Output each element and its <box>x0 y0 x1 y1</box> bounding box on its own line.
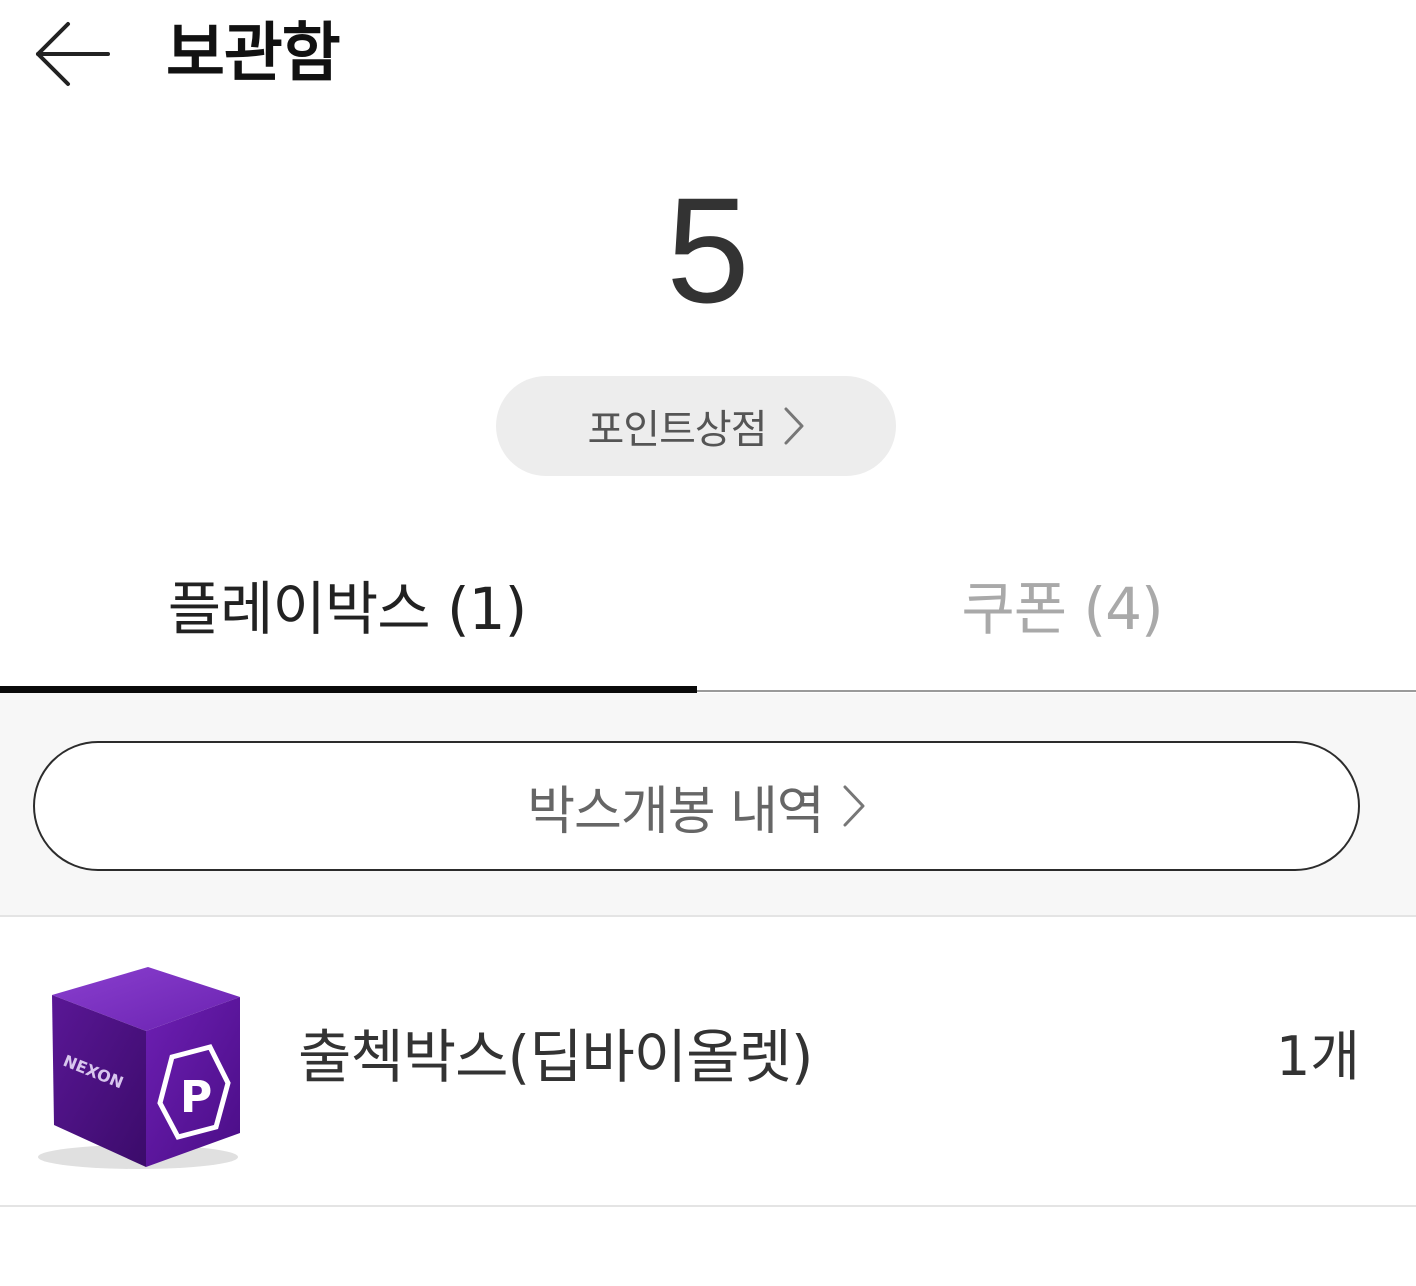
point-shop-button[interactable]: 포인트상점 <box>496 376 896 476</box>
points-value: 5 <box>666 166 750 334</box>
arrow-left-icon <box>36 22 110 86</box>
list-item[interactable]: NEXON P 출첵박스(딥바이올렛) 1개 <box>0 917 1416 1207</box>
tab-coupon[interactable]: 쿠폰 (4) <box>708 540 1416 690</box>
active-tab-indicator <box>0 686 697 693</box>
chevron-right-icon <box>783 406 805 446</box>
item-name: 출첵박스(딥바이올렛) <box>298 1023 813 1091</box>
item-count: 1개 <box>1275 1025 1360 1088</box>
tab-bar: 플레이박스 (1) 쿠폰 (4) <box>0 540 1416 692</box>
page-title: 보관함 <box>166 17 341 91</box>
point-shop-label: 포인트상점 <box>587 407 768 453</box>
tab-playbox[interactable]: 플레이박스 (1) <box>0 540 708 690</box>
purple-box-icon: NEXON P <box>20 957 250 1177</box>
chevron-right-icon <box>842 784 866 828</box>
box-open-history-button[interactable]: 박스개봉 내역 <box>33 741 1360 871</box>
back-button[interactable] <box>24 14 116 94</box>
history-section: 박스개봉 내역 <box>0 693 1416 917</box>
box-open-history-label: 박스개봉 내역 <box>527 781 825 842</box>
badge-letter: P <box>180 1072 212 1123</box>
header: 보관함 <box>0 0 1416 110</box>
